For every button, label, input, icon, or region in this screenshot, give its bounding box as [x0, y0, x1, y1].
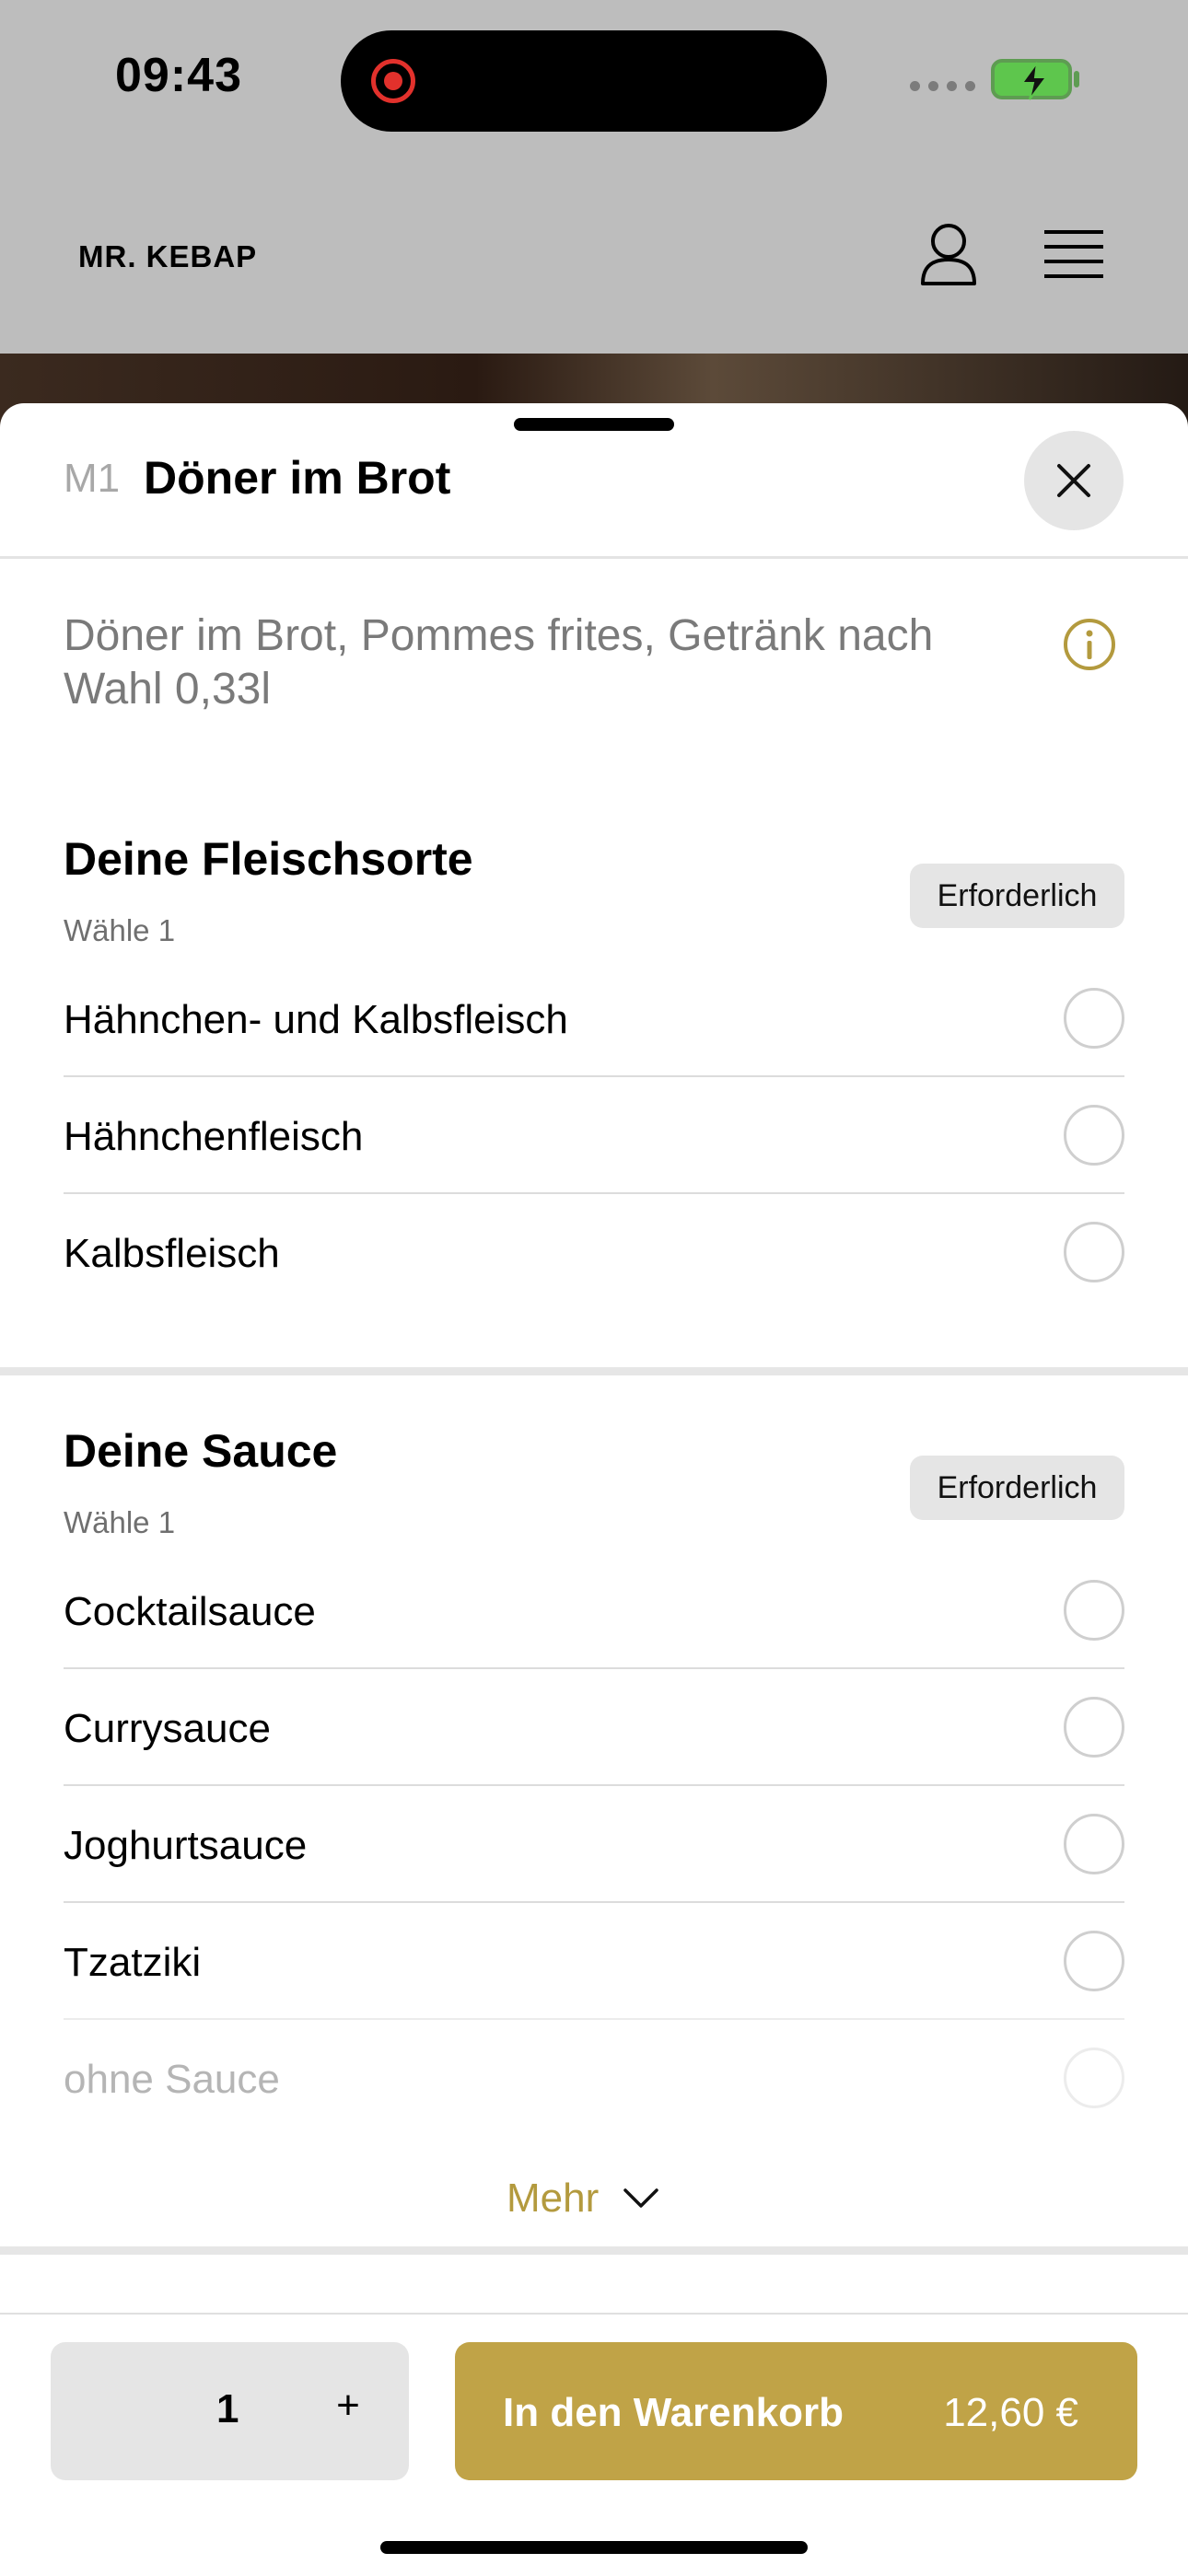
- home-indicator[interactable]: [380, 2541, 808, 2554]
- radio-button[interactable]: [1064, 988, 1124, 1049]
- product-code: M1: [64, 456, 121, 501]
- user-icon[interactable]: [919, 223, 978, 287]
- radio-button[interactable]: [1064, 1931, 1124, 1991]
- option-sauce-1[interactable]: Cocktailsauce: [64, 1552, 1124, 1669]
- total-price: 12,60 €: [943, 2390, 1078, 2435]
- option-label: Tzatziki: [64, 1940, 202, 1985]
- option-label: Hähnchenfleisch: [64, 1114, 364, 1159]
- required-badge: Erforderlich: [910, 864, 1124, 928]
- sheet-header: M1 Döner im Brot: [0, 403, 1188, 559]
- show-more-label: Mehr: [507, 2176, 600, 2221]
- option-sauce-4[interactable]: Tzatziki: [64, 1903, 1124, 2020]
- group-subtitle-sauce: Wähle 1: [64, 1505, 176, 1539]
- option-label: Currysauce: [64, 1706, 271, 1751]
- option-label: Kalbsfleisch: [64, 1231, 280, 1276]
- radio-button[interactable]: [1064, 1105, 1124, 1166]
- group-subtitle-meat: Wähle 1: [64, 913, 176, 947]
- add-to-cart-button[interactable]: In den Warenkorb 12,60 €: [455, 2342, 1137, 2480]
- option-sauce-3[interactable]: Joghurtsauce: [64, 1786, 1124, 1903]
- chevron-down-icon: [623, 2188, 658, 2208]
- radio-button[interactable]: [1064, 1814, 1124, 1874]
- increase-quantity-button[interactable]: +: [330, 2383, 367, 2429]
- quantity-value: 1: [216, 2386, 239, 2431]
- option-sauce-2[interactable]: Currysauce: [64, 1669, 1124, 1786]
- radio-button[interactable]: [1064, 1222, 1124, 1282]
- group-title-sauce: Deine Sauce: [64, 1425, 338, 1477]
- option-label: Hähnchen- und Kalbsfleisch: [64, 997, 568, 1042]
- section-divider: [0, 2246, 1188, 2255]
- required-badge: Erforderlich: [910, 1456, 1124, 1520]
- quantity-stepper[interactable]: 1 +: [51, 2342, 409, 2480]
- option-label: Cocktailsauce: [64, 1589, 316, 1634]
- option-label: Joghurtsauce: [64, 1823, 308, 1868]
- status-time: 09:43: [115, 49, 242, 102]
- battery-cap: [1074, 71, 1079, 87]
- option-meat-1[interactable]: Hähnchen- und Kalbsfleisch: [64, 960, 1124, 1077]
- radio-button[interactable]: [1064, 1697, 1124, 1758]
- menu-icon[interactable]: [1044, 230, 1103, 282]
- status-bar: 09:43: [0, 0, 1188, 166]
- product-description: Döner im Brot, Pommes frites, Getränk na…: [64, 611, 934, 714]
- show-more-button[interactable]: Mehr: [507, 2171, 659, 2226]
- battery-icon: [991, 59, 1072, 100]
- close-button[interactable]: [1024, 431, 1124, 530]
- dynamic-island: [341, 30, 827, 132]
- section-divider: [0, 1367, 1188, 1375]
- option-sauce-5[interactable]: ohne Sauce: [64, 2020, 1124, 2137]
- brand-logo[interactable]: MR. KEBAP: [78, 239, 257, 274]
- option-label: ohne Sauce: [64, 2057, 280, 2102]
- info-icon[interactable]: [1062, 617, 1117, 672]
- add-to-cart-label: In den Warenkorb: [503, 2390, 844, 2435]
- close-icon: [1057, 464, 1090, 497]
- app-header: MR. KEBAP: [0, 166, 1188, 354]
- group-title-meat: Deine Fleischsorte: [64, 833, 473, 885]
- record-icon: [371, 59, 415, 103]
- signal-icon: [910, 81, 975, 91]
- option-meat-2[interactable]: Hähnchenfleisch: [64, 1077, 1124, 1194]
- order-footer: 1 + In den Warenkorb 12,60 €: [0, 2313, 1188, 2576]
- product-sheet: M1 Döner im Brot Döner im Brot, Pommes f…: [0, 403, 1188, 2574]
- radio-button[interactable]: [1064, 1580, 1124, 1641]
- option-meat-3[interactable]: Kalbsfleisch: [64, 1194, 1124, 1311]
- product-title: Döner im Brot: [144, 452, 451, 504]
- radio-button[interactable]: [1064, 2048, 1124, 2108]
